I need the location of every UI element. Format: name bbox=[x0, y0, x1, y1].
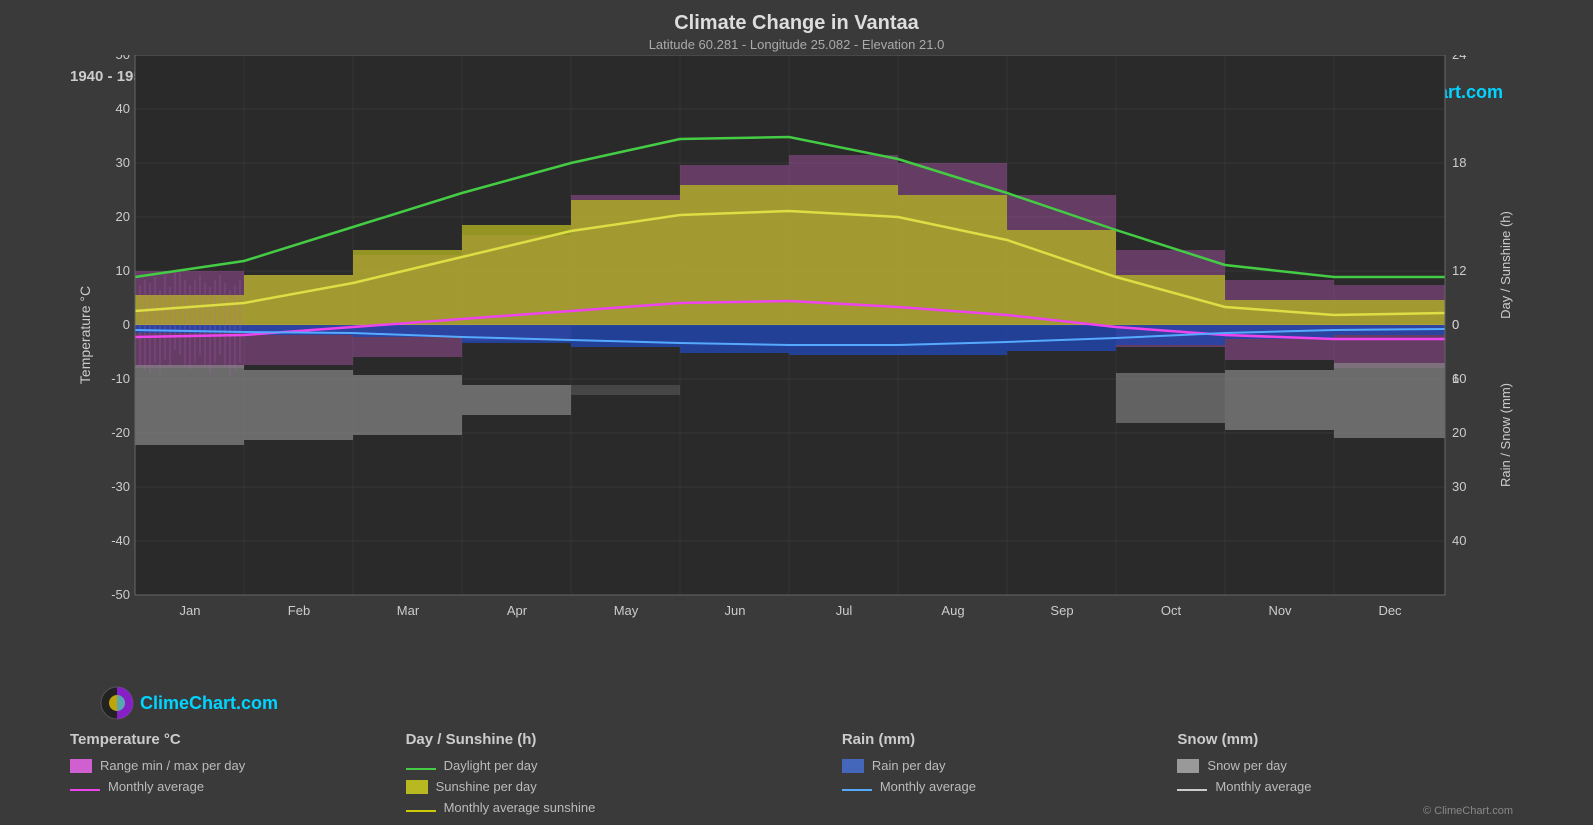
sunshine-swatch bbox=[406, 780, 428, 794]
legend-label-sunshine-bar: Sunshine per day bbox=[436, 779, 537, 794]
svg-text:Day / Sunshine (h): Day / Sunshine (h) bbox=[1498, 211, 1513, 319]
svg-text:Jun: Jun bbox=[725, 603, 746, 618]
svg-text:12: 12 bbox=[1452, 263, 1466, 278]
svg-text:Feb: Feb bbox=[288, 603, 310, 618]
chart-title: Climate Change in Vantaa bbox=[0, 0, 1593, 35]
svg-text:-10: -10 bbox=[111, 371, 130, 386]
svg-text:Apr: Apr bbox=[507, 603, 528, 618]
svg-text:50: 50 bbox=[116, 55, 130, 62]
legend-label-snow-avg: Monthly average bbox=[1215, 779, 1311, 794]
legend-item-daylight: Daylight per day bbox=[406, 758, 842, 773]
svg-text:0: 0 bbox=[123, 317, 130, 332]
svg-text:20: 20 bbox=[1452, 425, 1466, 440]
legend-item-temp-avg: Monthly average bbox=[70, 779, 406, 794]
svg-text:10: 10 bbox=[1452, 371, 1466, 386]
legend-label-rain-bar: Rain per day bbox=[872, 758, 946, 773]
legend-item-rain-avg: Monthly average bbox=[842, 779, 1178, 794]
svg-text:-40: -40 bbox=[111, 533, 130, 548]
rain-avg-swatch bbox=[842, 789, 872, 791]
rain-swatch bbox=[842, 759, 864, 773]
sunshine-avg-swatch bbox=[406, 810, 436, 812]
svg-text:Oct: Oct bbox=[1161, 603, 1182, 618]
legend-col-sunshine: Day / Sunshine (h) Daylight per day Suns… bbox=[406, 731, 842, 815]
legend-label-snow-bar: Snow per day bbox=[1207, 758, 1287, 773]
legend-col-temperature: Temperature °C Range min / max per day M… bbox=[70, 731, 406, 815]
legend-title-snow: Snow (mm) bbox=[1177, 731, 1513, 748]
svg-text:20: 20 bbox=[116, 209, 130, 224]
svg-text:Dec: Dec bbox=[1378, 603, 1402, 618]
legend-item-temp-range: Range min / max per day bbox=[70, 758, 406, 773]
svg-text:30: 30 bbox=[1452, 479, 1466, 494]
legend-item-snow-avg: Monthly average bbox=[1177, 779, 1513, 794]
svg-text:Mar: Mar bbox=[397, 603, 420, 618]
legend-label-rain-avg: Monthly average bbox=[880, 779, 976, 794]
svg-text:40: 40 bbox=[116, 101, 130, 116]
legend-item-snow-bar: Snow per day bbox=[1177, 758, 1513, 773]
legend-col-rain: Rain (mm) Rain per day Monthly average bbox=[842, 731, 1178, 815]
logo-bottom: ClimeChart.com bbox=[100, 686, 278, 720]
svg-text:10: 10 bbox=[116, 263, 130, 278]
legend-label-daylight: Daylight per day bbox=[444, 758, 538, 773]
copyright-text: © ClimeChart.com bbox=[1423, 805, 1513, 817]
legend-label-sunshine-avg: Monthly average sunshine bbox=[444, 800, 596, 815]
logo-text-bottom: ClimeChart.com bbox=[140, 693, 278, 714]
legend-item-rain-bar: Rain per day bbox=[842, 758, 1178, 773]
svg-text:Rain / Snow (mm): Rain / Snow (mm) bbox=[1498, 383, 1513, 487]
svg-text:Sep: Sep bbox=[1050, 603, 1073, 618]
temp-range-swatch bbox=[70, 759, 92, 773]
snow-swatch bbox=[1177, 759, 1199, 773]
legend-title-sunshine: Day / Sunshine (h) bbox=[406, 731, 842, 748]
svg-text:24: 24 bbox=[1452, 55, 1466, 62]
svg-text:Nov: Nov bbox=[1268, 603, 1292, 618]
legend-title-rain: Rain (mm) bbox=[842, 731, 1178, 748]
svg-text:Temperature °C: Temperature °C bbox=[77, 286, 93, 384]
svg-text:-20: -20 bbox=[111, 425, 130, 440]
legend-item-sunshine-avg: Monthly average sunshine bbox=[406, 800, 842, 815]
legend-label-temp-range: Range min / max per day bbox=[100, 758, 245, 773]
svg-text:Jan: Jan bbox=[180, 603, 201, 618]
svg-text:Jul: Jul bbox=[836, 603, 853, 618]
svg-text:0: 0 bbox=[1452, 317, 1459, 332]
svg-text:40: 40 bbox=[1452, 533, 1466, 548]
legend-col-snow: Snow (mm) Snow per day Monthly average bbox=[1177, 731, 1513, 815]
legend-item-sunshine-bar: Sunshine per day bbox=[406, 779, 842, 794]
main-container: Climate Change in Vantaa Latitude 60.281… bbox=[0, 0, 1593, 825]
daylight-line-swatch bbox=[406, 768, 436, 770]
svg-text:18: 18 bbox=[1452, 155, 1466, 170]
svg-text:Aug: Aug bbox=[941, 603, 964, 618]
svg-text:30: 30 bbox=[116, 155, 130, 170]
svg-text:May: May bbox=[614, 603, 639, 618]
snow-avg-swatch bbox=[1177, 789, 1207, 791]
legend-label-temp-avg: Monthly average bbox=[108, 779, 204, 794]
svg-text:-50: -50 bbox=[111, 587, 130, 602]
chart-subtitle: Latitude 60.281 - Longitude 25.082 - Ele… bbox=[0, 37, 1593, 52]
svg-text:-30: -30 bbox=[111, 479, 130, 494]
main-chart: 50 40 30 20 10 0 -10 -20 -30 -40 -50 24 … bbox=[70, 55, 1520, 635]
temp-avg-line-swatch bbox=[70, 789, 100, 791]
legend-title-temperature: Temperature °C bbox=[70, 731, 406, 748]
legend-area: Temperature °C Range min / max per day M… bbox=[70, 731, 1513, 815]
